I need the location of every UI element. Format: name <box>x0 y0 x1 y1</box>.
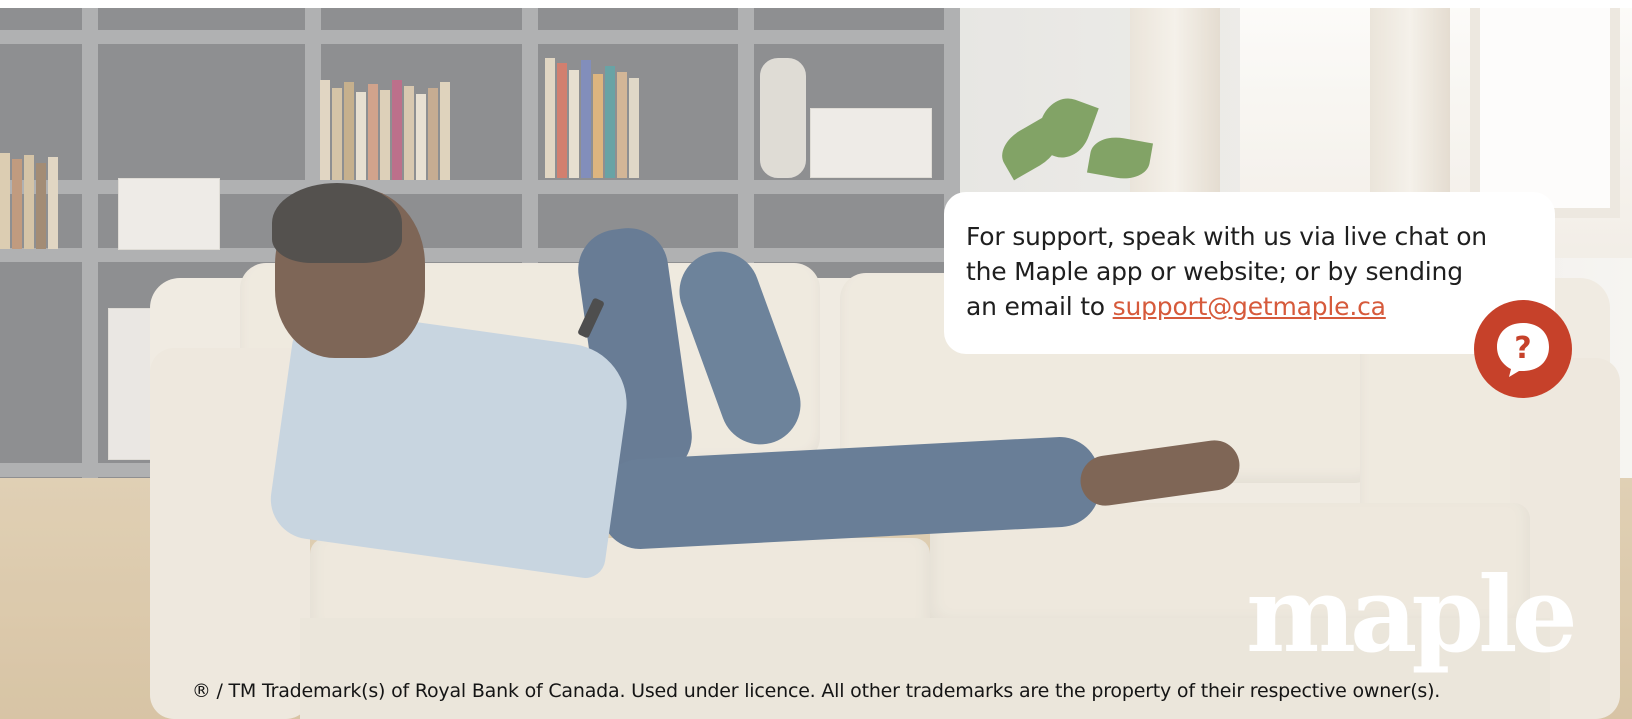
support-message: For support, speak with us via live chat… <box>966 219 1525 324</box>
support-email-link[interactable]: support@getmaple.ca <box>1113 292 1386 321</box>
legal-footnote: ® / TM Trademark(s) of Royal Bank of Can… <box>191 680 1441 702</box>
help-button[interactable]: ? <box>1474 300 1572 398</box>
support-callout: For support, speak with us via live chat… <box>944 192 1555 354</box>
maple-logo: maple <box>1246 553 1578 676</box>
support-line-3-prefix: an email to <box>966 292 1113 321</box>
support-line-2: the Maple app or website; or by sending <box>966 257 1463 286</box>
svg-text:?: ? <box>1514 331 1531 366</box>
support-line-1: For support, speak with us via live chat… <box>966 222 1487 251</box>
question-speech-bubble-icon: ? <box>1497 323 1549 377</box>
